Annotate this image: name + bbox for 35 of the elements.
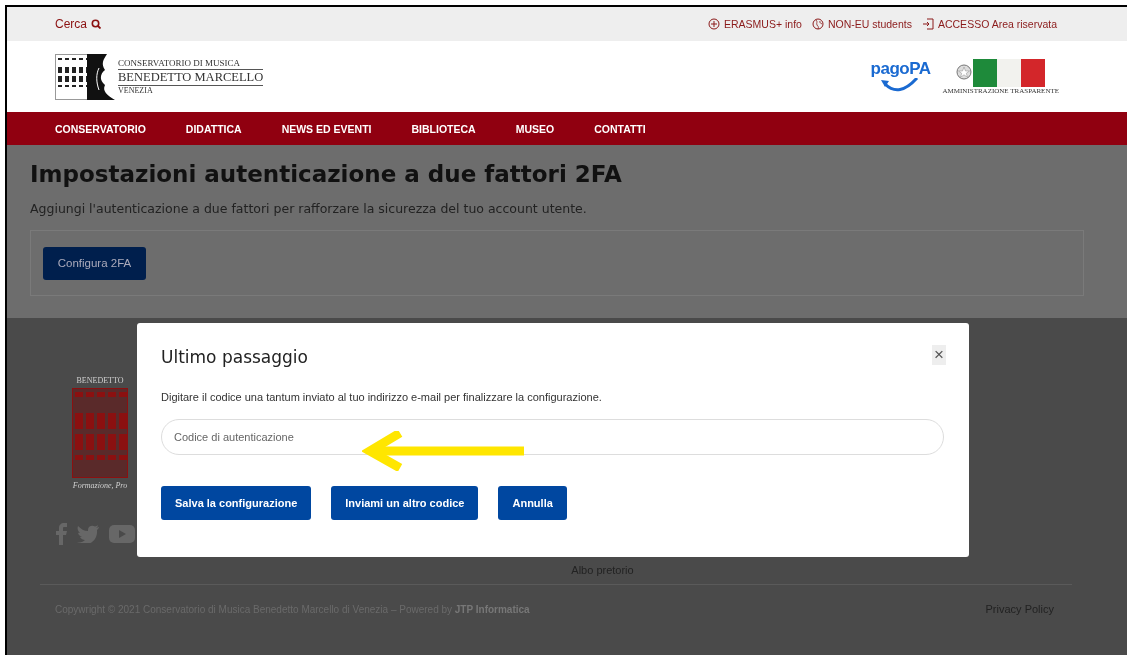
dialog-button[interactable]: Salva la configurazione: [161, 486, 312, 520]
play-button-icon: [109, 525, 135, 543]
top-link[interactable]: ACCESSO Area riservata: [921, 18, 1057, 30]
close-button[interactable]: ×: [932, 345, 946, 365]
logo-subtitle: CONSERVATORIO DI MUSICA: [118, 58, 264, 70]
logo-title: BENEDETTO MARCELLO: [118, 70, 264, 86]
nav-link[interactable]: NEWS ED EVENTI: [281, 122, 372, 135]
nav-link[interactable]: MUSEO: [515, 122, 555, 135]
page-title: Impostazioni autenticazione a due fattori 2FA: [30, 161, 623, 187]
building-violin-logo-icon: [55, 53, 117, 100]
configure-button[interactable]: Configura 2FA: [43, 246, 146, 280]
footer-logo-text: BENEDETTO: [76, 376, 124, 385]
search-icon: [91, 19, 101, 29]
curved-arrow-icon: [880, 77, 921, 94]
nav-link[interactable]: CONSERVATORIO: [55, 122, 146, 135]
code-input-field[interactable]: Codice di autenticazione: [161, 419, 944, 455]
f-letter-icon: [55, 523, 67, 545]
page-description: Aggiungi l'autenticazione a due fattori per rafforzare la sicurezza del tuo account utente.: [30, 201, 588, 216]
plus-circle-icon: [708, 18, 720, 30]
footer-tagline: Formazione, Pro: [72, 481, 128, 490]
top-link[interactable]: ERASMUS+ info: [708, 18, 802, 30]
nav-link[interactable]: DIDATTICA: [185, 122, 242, 135]
dialog-message: Digitare il codice una tantum inviato al tuo indirizzo e-mail per finalizzare la configurazione.: [161, 391, 603, 403]
pagopa-logo[interactable]: pagoPA: [870, 59, 931, 94]
dialog-title: Ultimo passaggio: [161, 347, 308, 367]
top-link[interactable]: NON-EU students: [811, 18, 912, 30]
search-link[interactable]: Cerca: [55, 17, 101, 31]
nav-link[interactable]: CONTATTI: [594, 122, 646, 135]
globe-icon: [811, 18, 824, 30]
bird-icon: [77, 525, 99, 543]
nav-link[interactable]: BIBLIOTECA: [411, 122, 476, 135]
sign-in-icon: [921, 18, 934, 30]
logo-city: VENEZIA: [118, 86, 154, 95]
dialog-button[interactable]: Inviami un altro codice: [331, 486, 479, 520]
dialog-button[interactable]: Annulla: [498, 486, 567, 520]
